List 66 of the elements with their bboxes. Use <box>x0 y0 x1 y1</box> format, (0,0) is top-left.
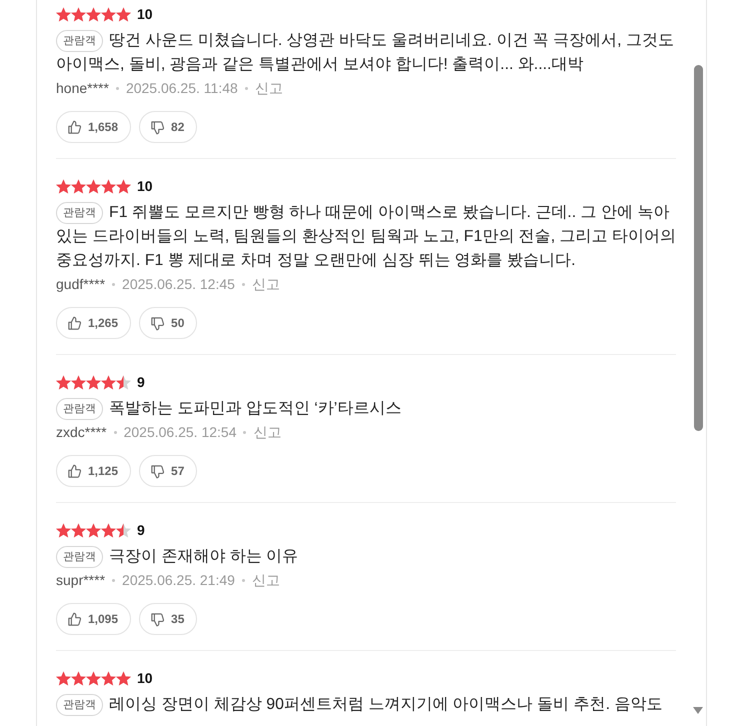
star-icon <box>71 6 86 22</box>
star-icon <box>116 522 131 538</box>
rating-score: 10 <box>137 668 153 688</box>
rating-score: 10 <box>137 176 153 196</box>
scroll-down-icon[interactable] <box>693 707 703 714</box>
viewer-badge: 관람객 <box>56 30 103 52</box>
star-icon <box>86 374 101 390</box>
dislike-button[interactable]: 82 <box>139 111 198 143</box>
username: zxdc**** <box>56 422 107 442</box>
review-text: 관람객 폭발하는 도파민과 압도적인 ‘카’타르시스 <box>56 397 676 421</box>
star-icon <box>86 6 101 22</box>
review-text: 관람객 F1 쥐뿔도 모르지만 빵형 하나 때문에 아이맥스로 봤습니다. 근데.. 그 안에 녹아 있는 드라이버들의 노력, 팀원들의 환상적인 팀웍과 노고, F1만의 전술, 그리고 타이어의 중요성까지. F1 뽕 제대로 차며 정말 오랜만에 심장 뛰는 영화를 봤습니다. <box>56 201 676 271</box>
viewer-badge: 관람객 <box>56 398 103 420</box>
review-date: 2025.06.25. 11:48 <box>126 78 238 98</box>
viewer-badge: 관람객 <box>56 202 103 224</box>
star-icon <box>116 374 131 390</box>
review-text: 관람객 땅건 사운드 미쳤습니다. 상영관 바닥도 울려버리네요. 이건 꼭 극장에서, 그것도 아이맥스, 돌비, 광음과 같은 특별관에서 보셔야 합니다! 출력이... 와....대박 <box>56 29 675 75</box>
like-button[interactable]: 1,265 <box>56 307 132 339</box>
star-icon <box>86 178 101 194</box>
star-icon <box>116 178 131 194</box>
star-icon <box>101 522 116 538</box>
star-icon <box>101 6 116 22</box>
star-icon <box>71 374 86 390</box>
thumbs-up-icon <box>67 464 82 478</box>
dislike-button[interactable]: 35 <box>139 603 198 635</box>
thumbs-up-icon <box>67 316 82 330</box>
dislike-button[interactable]: 57 <box>139 455 198 487</box>
rating-score: 9 <box>137 520 145 540</box>
star-icon <box>101 178 116 194</box>
thumbs-down-icon <box>150 316 166 330</box>
rating-score: 10 <box>137 4 153 24</box>
star-icon <box>86 522 101 538</box>
review-text: 관람객 레이싱 장면이 체감상 90퍼센트처럼 느껴지기에 아이맥스나 돌비 추천. 음악도 <box>56 693 676 717</box>
review-date: 2025.06.25. 21:49 <box>122 570 235 590</box>
username: supr**** <box>56 570 106 590</box>
star-icon <box>56 6 71 22</box>
star-icon <box>56 374 71 390</box>
username: gudf**** <box>56 274 106 294</box>
star-icon <box>71 522 86 538</box>
review-date: 2025.06.25. 12:45 <box>122 274 235 294</box>
star-icon <box>116 6 131 22</box>
viewer-badge: 관람객 <box>56 546 103 568</box>
star-icon <box>101 374 116 390</box>
star-icon <box>71 178 86 194</box>
thumbs-down-icon <box>150 464 166 478</box>
dislike-button[interactable]: 50 <box>139 307 198 339</box>
star-icon <box>56 670 71 686</box>
thumbs-down-icon <box>150 612 166 626</box>
thumbs-down-icon <box>150 120 166 134</box>
star-icon <box>101 670 116 686</box>
review-text: 관람객 극장이 존재해야 하는 이유 <box>56 545 676 569</box>
thumbs-up-icon <box>67 120 82 134</box>
thumbs-up-icon <box>67 612 82 626</box>
review-date: 2025.06.25. 12:54 <box>124 422 236 442</box>
star-icon <box>71 670 86 686</box>
username: hone**** <box>56 78 109 98</box>
star-icon <box>56 178 71 194</box>
star-icon <box>56 522 71 538</box>
scrollbar-thumb[interactable] <box>694 65 703 431</box>
like-button[interactable]: 1,095 <box>56 603 132 635</box>
like-button[interactable]: 1,125 <box>56 455 132 487</box>
star-icon <box>116 670 131 686</box>
viewer-badge: 관람객 <box>56 694 103 716</box>
like-button[interactable]: 1,658 <box>56 111 132 143</box>
star-icon <box>86 670 101 686</box>
rating-score: 9 <box>137 372 145 392</box>
